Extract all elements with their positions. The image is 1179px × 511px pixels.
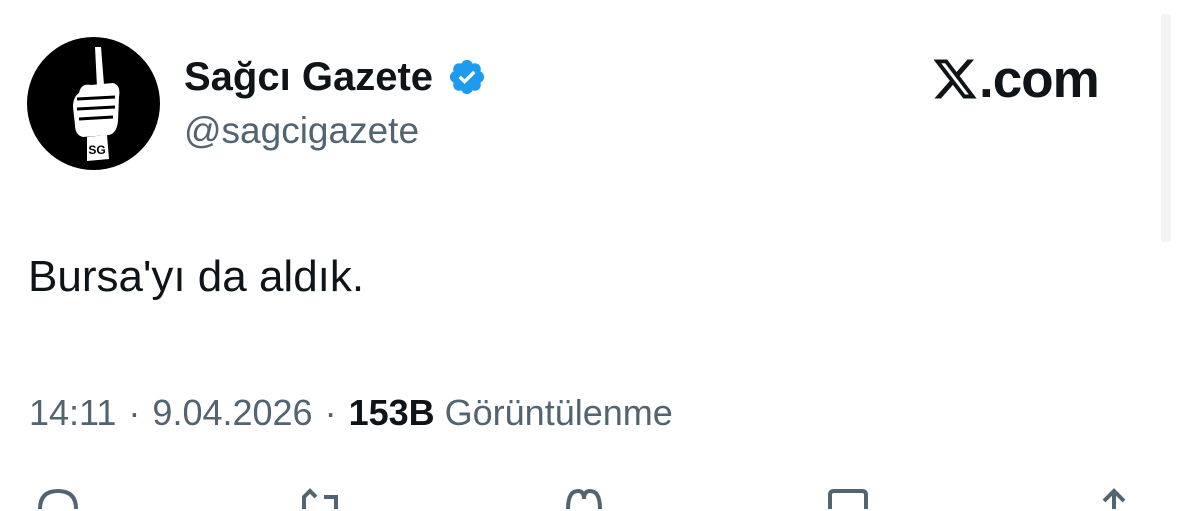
display-name[interactable]: Sağcı Gazete [184,52,487,102]
meta-separator: · [128,392,141,433]
tweet-meta: 14:11 · 9.04.2026 · 153B Görüntülenme [29,392,673,434]
meta-separator: · [324,392,337,433]
raised-fist-avatar-icon: SG [73,47,120,161]
scroll-edge [1161,14,1171,242]
author-handle[interactable]: @sagcigazete [184,110,419,152]
brand-text: .com [979,49,1100,109]
views-label[interactable]: Görüntülenme [445,392,673,434]
bookmark-icon[interactable] [824,487,872,511]
display-name-text[interactable]: Sağcı Gazete [184,55,433,100]
tweet-time[interactable]: 14:11 [29,392,116,434]
verified-badge-icon [449,59,485,95]
like-icon[interactable] [560,487,608,511]
views-count[interactable]: 153B [349,392,435,434]
tweet-text: Bursa'yı da aldık. [28,252,365,301]
x-logo-icon [933,59,977,99]
avatar-text: SG [88,143,105,157]
reply-icon[interactable] [34,487,82,511]
retweet-icon[interactable] [296,487,344,511]
brand: .com [931,48,1100,110]
avatar[interactable]: SG [27,37,160,170]
tweet-date[interactable]: 9.04.2026 [152,392,312,434]
share-icon[interactable] [1090,487,1138,511]
